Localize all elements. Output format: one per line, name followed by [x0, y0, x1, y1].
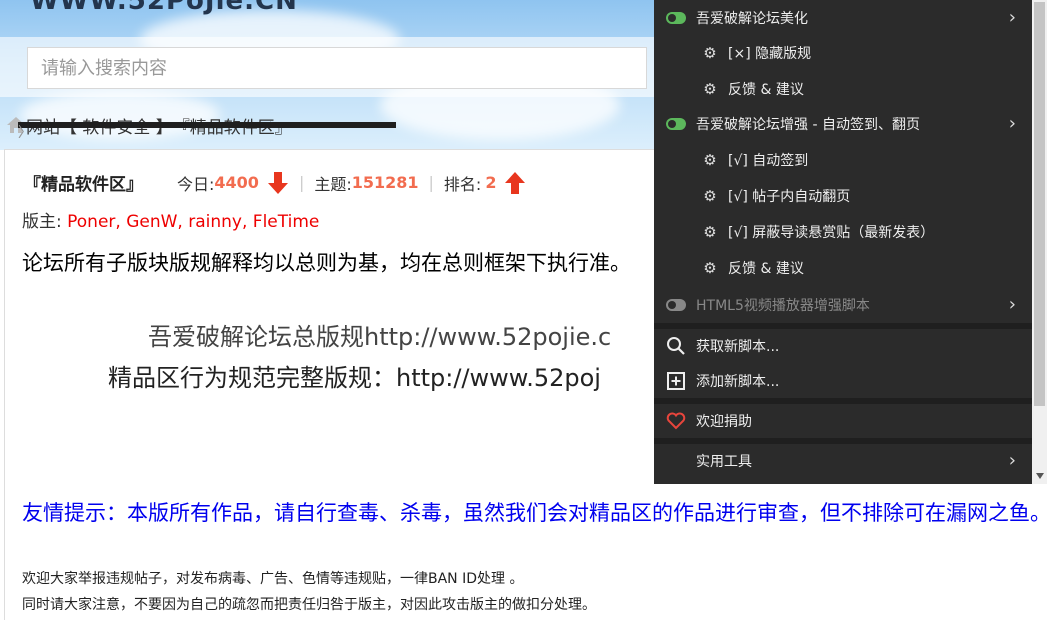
today-label: 今日: — [177, 174, 215, 194]
toggle-on-icon[interactable] — [666, 12, 686, 24]
menu-get-new-script[interactable]: 获取新脚本... — [654, 329, 1032, 363]
arrow-down-icon — [267, 171, 288, 194]
plus-square-icon — [667, 372, 685, 390]
toggle-on-icon[interactable] — [666, 118, 686, 130]
arrow-up-icon — [505, 171, 526, 194]
menu-donate[interactable]: 欢迎捐助 — [654, 404, 1032, 438]
menu-cmd-hide-rules[interactable]: ⚙ [×] 隐藏版规 — [654, 36, 1032, 70]
forum-stats: 『精品软件区』 今日: 4400 | 主题: 151281 | 排名: 2 — [24, 170, 526, 195]
menu-script-enhance[interactable]: 吾爱破解论坛增强 - 自动签到、翻页 › — [654, 107, 1032, 141]
notice-report: 欢迎大家举报违规帖子，对发布病毒、广告、色情等违规贴，一律BAN ID处理 。 — [22, 571, 524, 587]
gear-icon: ⚙ — [703, 151, 717, 169]
site-logo[interactable]: WWW.52PoJie.CN — [30, 0, 298, 16]
breadcrumb: 〉 网站 〉 【 软件安全 】 〉 『精品软件区』 — [6, 113, 396, 141]
menu-item-label: 欢迎捐助 — [696, 414, 752, 430]
rank-value: 2 — [485, 173, 497, 192]
menu-cmd-block-bounty[interactable]: ⚙ [√] 屏蔽导读悬赏贴（最新发表） — [654, 215, 1032, 249]
moderators: 版主: Poner, GenW, rainny, FleTime — [22, 207, 319, 232]
rules-link-general[interactable]: 吾爱破解论坛总版规http://www.52pojie.c — [148, 317, 611, 352]
menu-item-label: 反馈 & 建议 — [728, 82, 804, 98]
toggle-off-icon[interactable] — [666, 299, 686, 311]
menu-item-label: 吾爱破解论坛美化 — [696, 11, 808, 27]
menu-item-label: 实用工具 — [696, 454, 752, 470]
topics-count: 151281 — [351, 173, 419, 192]
forum-rules-text: 论坛所有子版块版规解释均以总则为基，均在总则框架下执行准。 — [22, 251, 631, 275]
menu-add-new-script[interactable]: 添加新脚本... — [654, 364, 1032, 398]
menu-item-label: [√] 屏蔽导读悬赏贴（最新发表） — [728, 225, 935, 241]
menu-item-label: [√] 帖子内自动翻页 — [728, 189, 851, 205]
search-icon — [667, 337, 685, 355]
moderators-list[interactable]: Poner, GenW, rainny, FleTime — [67, 212, 319, 232]
search-input[interactable] — [27, 47, 647, 89]
divider: | — [428, 173, 434, 192]
menu-utilities[interactable]: 实用工具 › — [654, 444, 1032, 478]
menu-script-beautify[interactable]: 吾爱破解论坛美化 › — [654, 1, 1032, 35]
divider: | — [298, 173, 305, 192]
scroll-down-arrow-icon[interactable] — [1035, 472, 1045, 480]
notice-responsibility: 同时请大家注意，不要因为自己的疏忽而把责任归咎于版主，对因此攻击版主的做扣分处理… — [22, 597, 596, 613]
chevron-right-icon: › — [1008, 7, 1016, 28]
menu-item-label: 反馈 & 建议 — [728, 261, 804, 277]
menu-item-label: 获取新脚本... — [696, 339, 780, 355]
moderators-label: 版主: — [22, 212, 62, 232]
menu-cmd-auto-page[interactable]: ⚙ [√] 帖子内自动翻页 — [654, 179, 1032, 213]
gear-icon: ⚙ — [703, 80, 717, 98]
menu-cmd-auto-signin[interactable]: ⚙ [√] 自动签到 — [654, 143, 1032, 177]
userscript-menu: 吾爱破解论坛美化 › ⚙ [×] 隐藏版规 ⚙ 反馈 & 建议 吾爱破解论坛增强… — [654, 0, 1047, 484]
gear-icon: ⚙ — [703, 44, 717, 62]
menu-item-label: HTML5视频播放器增强脚本 — [696, 298, 870, 314]
menu-item-label: [√] 自动签到 — [728, 153, 809, 169]
menu-scrollbar-thumb[interactable] — [1034, 2, 1045, 406]
chevron-right-icon: › — [1008, 113, 1016, 134]
gear-icon: ⚙ — [703, 259, 717, 277]
rank-label: 排名: — [443, 174, 482, 194]
menu-item-label: 吾爱破解论坛增强 - 自动签到、翻页 — [696, 117, 920, 133]
gear-icon: ⚙ — [703, 223, 717, 241]
topics-label: 主题: — [314, 174, 352, 194]
heart-icon — [666, 412, 686, 430]
menu-item-label: 添加新脚本... — [696, 374, 780, 390]
rules-link-section[interactable]: 精品区行为规范完整版规：http://www.52poj — [108, 358, 601, 393]
gear-icon: ⚙ — [703, 187, 717, 205]
menu-cmd-feedback[interactable]: ⚙ 反馈 & 建议 — [654, 72, 1032, 106]
breadcrumb-separator: 〉 — [18, 122, 396, 141]
today-count: 4400 — [214, 173, 259, 192]
friendly-tip: 友情提示：本版所有作品，请自行查毒、杀毒，虽然我们会对精品区的作品进行审查，但不… — [22, 501, 1047, 525]
chevron-right-icon: › — [1008, 450, 1016, 471]
menu-script-html5-video[interactable]: HTML5视频播放器增强脚本 › — [654, 288, 1032, 322]
chevron-right-icon: › — [1008, 294, 1016, 315]
menu-item-label: [×] 隐藏版规 — [728, 46, 812, 62]
forum-name[interactable]: 『精品软件区』 — [24, 170, 143, 195]
menu-cmd-feedback-2[interactable]: ⚙ 反馈 & 建议 — [654, 251, 1032, 285]
